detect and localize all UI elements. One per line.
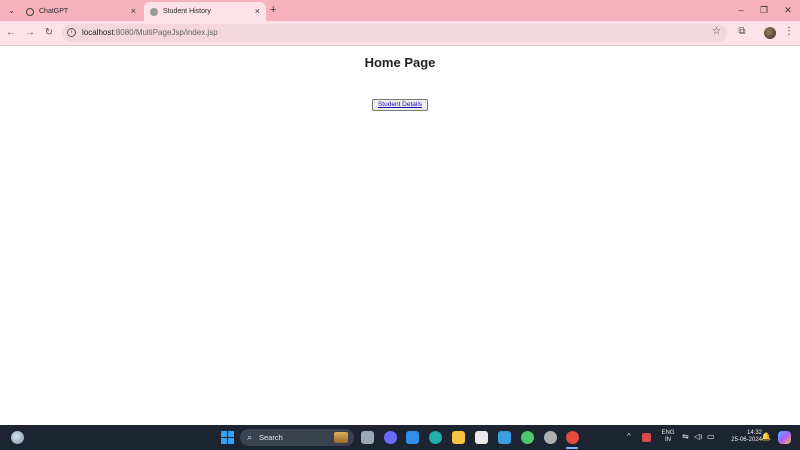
vscode-icon[interactable] (406, 431, 419, 444)
copilot-icon[interactable] (778, 431, 791, 444)
reload-button[interactable]: ↻ (42, 26, 56, 40)
active-app-indicator (566, 447, 578, 449)
profile-avatar[interactable] (764, 27, 776, 39)
back-button[interactable]: ← (4, 26, 18, 40)
settings-gear-icon[interactable] (544, 431, 557, 444)
file-explorer-icon[interactable] (452, 431, 465, 444)
clock-date: 25-06-2024 (731, 437, 762, 443)
chevron-down-icon: ⌄ (8, 6, 15, 15)
tab-chatgpt[interactable]: ChatGPT × (20, 2, 142, 21)
tab-student-history[interactable]: Student History × (144, 2, 266, 21)
clock[interactable]: 14:32 25-06-2024 (720, 430, 762, 444)
colorful-app-icon[interactable] (521, 431, 534, 444)
edge-icon[interactable] (429, 431, 442, 444)
chat-icon[interactable] (384, 431, 397, 444)
region-code: IN (665, 437, 671, 443)
browser-menu-button[interactable]: ⋮ (784, 26, 794, 38)
url-path: :8080/MultiPageJsp/index.jsp (113, 28, 218, 37)
task-view-icon[interactable] (361, 431, 374, 444)
forward-button[interactable]: → (23, 26, 37, 40)
info-icon[interactable]: i (67, 28, 76, 37)
clock-time: 14:32 (746, 430, 762, 436)
search-icon: ⌕ (247, 432, 253, 442)
bookmark-star-icon[interactable]: ☆ (712, 26, 721, 37)
volume-icon[interactable]: ◁ı (694, 432, 702, 441)
browser-toolbar: ← → ↻ i localhost:8080/MultiPageJsp/inde… (0, 21, 800, 46)
start-windows-icon[interactable] (221, 431, 234, 444)
window-close-button[interactable]: ✕ (776, 3, 800, 17)
close-icon[interactable]: × (255, 6, 260, 16)
tab-title: Student History (163, 8, 211, 15)
extensions-puzzle-icon[interactable]: ⧉ (736, 26, 748, 38)
url-text: localhost:8080/MultiPageJsp/index.jsp (82, 28, 218, 37)
search-highlight-icon (334, 432, 348, 443)
language-code: ENG (661, 430, 675, 436)
tab-strip: ⌄ ChatGPT × Student History × + – ❐ ✕ (0, 0, 800, 21)
whiteboard-icon[interactable] (498, 431, 511, 444)
student-details-button[interactable]: Student Details (372, 99, 428, 111)
new-tab-button[interactable]: + (270, 3, 276, 17)
url-host: localhost (82, 28, 114, 37)
tab-title: ChatGPT (39, 8, 69, 15)
taskbar: ⌕ Search ^ ENG IN ⇋ ◁ı ▭ 14:32 25-06-202… (0, 425, 800, 450)
notification-bell-icon[interactable]: 🔔 (761, 432, 771, 441)
language-indicator[interactable]: ENG IN (660, 430, 676, 444)
tab-search-button[interactable]: ⌄ (4, 3, 19, 18)
restore-button[interactable]: ❐ (752, 3, 776, 17)
page-content: Home Page Student Details (0, 46, 800, 425)
chrome-icon[interactable] (566, 431, 579, 444)
address-bar[interactable]: i localhost:8080/MultiPageJsp/index.jsp … (62, 24, 727, 42)
store-icon[interactable] (475, 431, 488, 444)
close-icon[interactable]: × (131, 6, 136, 16)
battery-icon[interactable]: ▭ (707, 432, 715, 441)
chatgpt-favicon-icon (26, 7, 34, 16)
taskbar-search[interactable]: ⌕ Search (240, 429, 354, 446)
browser-window: ⌄ ChatGPT × Student History × + – ❐ ✕ ← … (0, 0, 800, 425)
minimize-button[interactable]: – (729, 3, 753, 17)
network-icon[interactable]: ⇋ (682, 432, 689, 441)
page-title: Home Page (364, 55, 436, 70)
globe-favicon-icon (150, 7, 158, 16)
tray-overflow-chevron-icon[interactable]: ^ (627, 432, 631, 441)
tray-app-icon[interactable] (642, 433, 651, 442)
search-label: Search (259, 433, 283, 442)
weather-widget-icon[interactable] (11, 431, 24, 444)
